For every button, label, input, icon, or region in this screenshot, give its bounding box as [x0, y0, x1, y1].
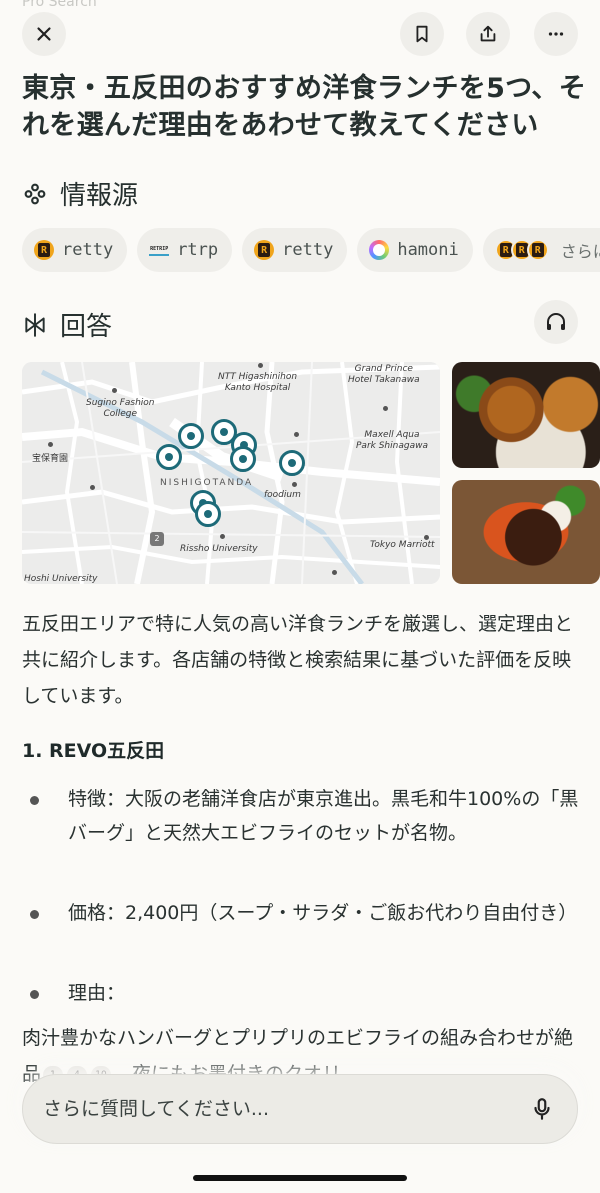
route-shield: 2	[150, 532, 164, 546]
pro-search-ghost-label: Pro Search	[22, 0, 97, 10]
retty-logo-icon: R	[254, 240, 275, 260]
map-label-rissho: Rissho University	[180, 544, 258, 554]
share-icon	[480, 25, 496, 42]
source-label: retty	[62, 240, 114, 260]
map-label-tokyo-marriott: Tokyo Marriott	[370, 540, 435, 550]
map-label-nishigotanda: NISHIGOTANDA	[160, 478, 254, 488]
source-label: hamoni	[397, 240, 459, 260]
headphones-icon	[547, 313, 565, 330]
hamoni-logo-icon	[369, 240, 390, 260]
close-icon	[37, 27, 51, 41]
food-photo-hamburg-steak[interactable]	[452, 480, 600, 584]
map-poi-dot	[112, 388, 117, 393]
restaurant-pin[interactable]	[195, 501, 221, 527]
top-bar	[0, 10, 600, 58]
more-icon	[548, 32, 564, 36]
map-poi-dot	[292, 482, 297, 487]
map-poi-dot	[383, 406, 388, 411]
answer-heading: 回答	[22, 306, 112, 343]
map-label-grand-prince: Grand Prince Hotel Takanawa	[348, 364, 420, 385]
map-poi-dot	[220, 534, 225, 539]
restaurant-pin[interactable]	[230, 446, 256, 472]
bookmark-icon	[416, 25, 428, 43]
food-photo-fried-shrimp[interactable]	[452, 362, 600, 468]
sources-heading: 情報源	[22, 175, 138, 212]
item-reason-label: 理由：	[22, 976, 582, 1010]
source-stack-icons: R R R	[494, 239, 549, 261]
restaurant-pin[interactable]	[156, 444, 182, 470]
rtrp-logo-icon: RETRIP	[149, 244, 170, 256]
map-poi-dot	[90, 485, 95, 490]
answer-title: 回答	[60, 312, 113, 342]
answer-intro: 五反田エリアで特に人気の高い洋食ランチを厳選し、選定理由と共に紹介します。各店舗…	[22, 613, 574, 707]
map-poi-dot	[424, 535, 429, 540]
map-poi-dot	[294, 432, 299, 437]
map-poi-dot	[258, 363, 263, 368]
source-label: rtrp	[177, 240, 219, 260]
share-button[interactable]	[466, 12, 510, 56]
close-button[interactable]	[22, 12, 66, 56]
map-label-foodium: foodium	[264, 490, 301, 500]
listen-button[interactable]	[534, 300, 578, 344]
retty-logo-icon: R	[526, 239, 549, 261]
item-title: 1. REVO五反田	[22, 740, 165, 762]
map-poi-dot	[332, 570, 337, 575]
source-chip-hamoni[interactable]: hamoni	[357, 228, 473, 272]
map-label-maxell: Maxell Aqua Park Shinagawa	[356, 430, 428, 451]
restaurant-map[interactable]: NTT Higashinihon Kanto Hospital Grand Pr…	[22, 362, 440, 584]
bookmark-button[interactable]	[400, 12, 444, 56]
sources-icon	[24, 183, 46, 204]
source-chip-rtrp[interactable]: RETRIP rtrp	[137, 228, 233, 272]
map-label-ntt: NTT Higashinihon Kanto Hospital	[218, 372, 298, 393]
ask-bar	[22, 1074, 578, 1144]
home-indicator	[193, 1175, 407, 1181]
follow-up-input[interactable]	[43, 1098, 529, 1120]
retty-logo-icon: R	[34, 240, 54, 260]
map-poi-dot	[48, 442, 53, 447]
map-label-sugino: Sugino Fashion College	[86, 398, 155, 419]
more-button[interactable]	[534, 12, 578, 56]
source-label: retty	[282, 240, 334, 260]
answer-icon	[25, 312, 45, 337]
item-price: 価格：2,400円（スープ・サラダ・ご飯お代わり自由付き）	[22, 896, 582, 930]
restaurant-pin[interactable]	[279, 450, 305, 476]
source-chip-retty[interactable]: R retty	[242, 228, 348, 272]
source-chip-more[interactable]: R R R さらに	[482, 228, 600, 272]
sources-list: R retty RETRIP rtrp R retty hamoni R R R…	[22, 228, 600, 274]
source-chip-retty[interactable]: R retty	[22, 228, 128, 272]
microphone-icon[interactable]	[529, 1096, 555, 1122]
question-title: 東京・五反田のおすすめ洋食ランチを5つ、それを選んだ理由をあわせて教えてください	[22, 73, 587, 141]
item-feature: 特徴：大阪の老舗洋食店が東京進出。黒毛和牛100%の「黒バーグ」と天然大エビフラ…	[22, 782, 582, 850]
restaurant-pin[interactable]	[178, 423, 204, 449]
map-label-hoshi: Hoshi University	[24, 574, 98, 584]
sources-title: 情報源	[60, 181, 139, 211]
more-sources-label: さらに	[560, 242, 600, 261]
map-label-hodoen: 宝保育園	[32, 454, 69, 464]
